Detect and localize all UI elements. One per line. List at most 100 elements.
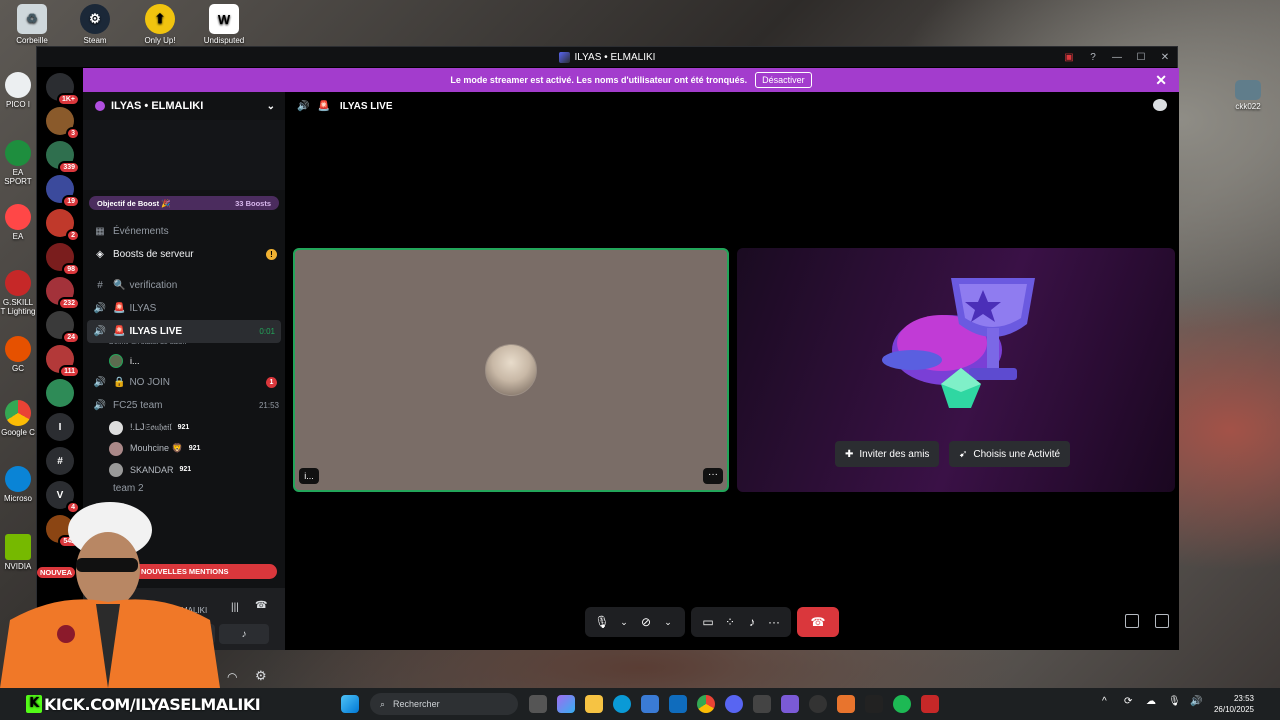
minimize-button[interactable]: — [1105,52,1129,63]
chat-icon[interactable] [1153,99,1167,111]
desktop-icon-microsoft[interactable]: Microso [0,466,36,503]
channel-team-2[interactable]: team 2 [83,480,285,496]
tray-mic-icon[interactable]: 🎙 [1168,696,1181,707]
activity-icon[interactable]: ⁘ [719,615,741,629]
windows-start-icon[interactable] [341,695,359,713]
voice-member[interactable]: !.LJ𝔖𝔬𝔲𝔥𝔞𝔦𝔩 921 [83,417,285,438]
chevron-down-icon[interactable]: ⌄ [267,101,275,112]
participant-name: i... [299,468,319,484]
server-icon[interactable]: I [46,413,74,441]
voice-channel-icon: 🔊 [93,303,107,314]
file-explorer-icon[interactable] [585,695,603,713]
desktop-icon-ckk022[interactable]: ckk022 [1218,80,1278,111]
boost-goal-bar[interactable]: Objectif de Boost 🎉 33 Boosts [89,196,279,210]
store-icon[interactable] [641,695,659,713]
voice-member[interactable]: Mouhcine 🦁 921 [83,438,285,459]
server-icon[interactable]: 232 [46,277,80,310]
obs-icon[interactable] [809,695,827,713]
desktop-icon-steam[interactable]: ⚙ Steam [65,4,125,45]
disconnect-icon[interactable]: ☎ [255,600,267,611]
more-options-button[interactable]: ··· [703,468,723,484]
alarm-icon: 🚨 [113,326,126,337]
chevron-down-icon[interactable]: ⌄ [613,617,635,628]
server-letter: I [58,421,62,433]
edge-icon[interactable] [613,695,631,713]
chrome-icon[interactable] [697,695,715,713]
desktop-icon-gskill[interactable]: G.SKILL T Lighting [0,270,36,316]
channel-ilyas[interactable]: 🔊 🚨 ILYAS [83,297,285,320]
server-icon[interactable]: 98 [46,243,80,276]
task-view-icon[interactable] [529,695,547,713]
server-icon[interactable]: # [46,447,74,475]
app-dark-icon[interactable] [865,695,883,713]
events-item[interactable]: ▦ Événements [83,220,285,243]
disconnect-button[interactable]: ☎ [797,607,839,637]
app-red-icon[interactable] [921,695,939,713]
participant-tile[interactable]: i... ··· [293,248,729,492]
gear-icon[interactable]: ⚙ [255,668,267,684]
server-icon[interactable]: 2 [46,209,80,242]
channel-no-join[interactable]: 🔊 🔒 NO JOIN 1 [83,371,285,394]
server-icon[interactable]: 339 [46,141,80,174]
call-header: 🔊 🚨 ILYAS LIVE [285,92,1179,120]
choose-activity-button[interactable]: ➹ Choisis une Activité [949,441,1071,467]
screen-share-icon[interactable]: ▭ [697,615,719,629]
server-icon[interactable]: 1K+ [46,73,80,106]
chevron-down-icon[interactable]: ⌄ [657,617,679,628]
server-icon[interactable]: 24 [46,311,80,344]
server-boosts-item[interactable]: ◈ Boosts de serveur ! [83,243,285,266]
system-clock[interactable]: 23:53 26/10/2025 [1214,693,1254,715]
pop-out-icon[interactable] [1125,614,1139,628]
close-button[interactable]: ✕ [1153,52,1177,63]
channel-verification[interactable]: # 🔍 verification [83,274,285,297]
tray-volume-icon[interactable]: 🔊 [1190,696,1202,707]
gamepad-icon[interactable] [781,695,799,713]
server-icon[interactable]: 111 [46,345,80,378]
discord-icon[interactable] [725,695,743,713]
copilot-icon[interactable] [557,695,575,713]
desktop-icon-recycle-bin[interactable]: ♻ Corbeille [2,4,62,45]
desktop-icon-google-chrome[interactable]: Google C [0,400,36,437]
app-orange-icon[interactable] [837,695,855,713]
invite-friends-button[interactable]: ✚ Inviter des amis [835,441,940,467]
camera-off-icon[interactable]: ⊘ [635,615,657,629]
add-user-icon: ✚ [845,448,854,460]
disable-streamer-mode-button[interactable]: Désactiver [755,72,812,88]
voice-member[interactable]: i... [83,350,285,371]
inbox-icon[interactable]: ▣ [1057,52,1081,63]
help-icon[interactable]: ? [1081,52,1105,63]
magnifier-icon: 🔍 [113,280,126,291]
voice-channel-icon: 🔊 [297,100,310,112]
server-icon[interactable] [46,379,74,407]
server-icon[interactable]: 19 [46,175,80,208]
desktop-icon-undisputed[interactable]: W Undisputed [194,4,254,45]
desktop-icon-ea[interactable]: EA [0,204,36,241]
fullscreen-icon[interactable] [1155,614,1169,628]
taskbar-search[interactable]: ⌕ Rechercher [370,693,518,715]
outlook-icon[interactable] [669,695,687,713]
channel-ilyas-live[interactable]: 🔊 🚨 ILYAS LIVE 0:01 [87,320,281,343]
server-header[interactable]: ILYAS • ELMALIKI ⌄ [83,92,285,120]
banner-close-icon[interactable]: ✕ [1155,72,1167,89]
server-icon[interactable]: 3 [46,107,80,140]
soundwave-icon[interactable]: ||| [231,602,239,613]
tray-cloud-icon[interactable]: ☁ [1146,696,1156,707]
streaming-icon[interactable] [753,695,771,713]
microphone-icon[interactable]: 🎙 [591,615,613,629]
voice-member[interactable]: SKANDAR 921 [83,459,285,480]
headphones-icon[interactable]: ◠ [227,670,237,684]
desktop-icon-pico[interactable]: PICO I [0,72,36,109]
tray-chevron-icon[interactable]: ^ [1102,696,1107,707]
tray-sync-icon[interactable]: ⟳ [1124,696,1132,707]
desktop-icon-ea-sports[interactable]: EA SPORT [0,140,36,186]
soundboard-icon[interactable]: ♪ [741,615,763,629]
desktop-icon-gc[interactable]: GC [0,336,36,373]
spotify-icon[interactable] [893,695,911,713]
soundboard-button[interactable]: ♪ [219,624,269,644]
clock-time: 23:53 [1233,694,1254,703]
desktop-icon-only-up[interactable]: ⬆ Only Up! [130,4,190,45]
channel-name: FC25 team [113,400,163,411]
more-icon[interactable]: ··· [763,615,785,629]
maximize-button[interactable]: ☐ [1129,52,1153,63]
channel-fc25-team[interactable]: 🔊 FC25 team 21:53 [83,394,285,417]
